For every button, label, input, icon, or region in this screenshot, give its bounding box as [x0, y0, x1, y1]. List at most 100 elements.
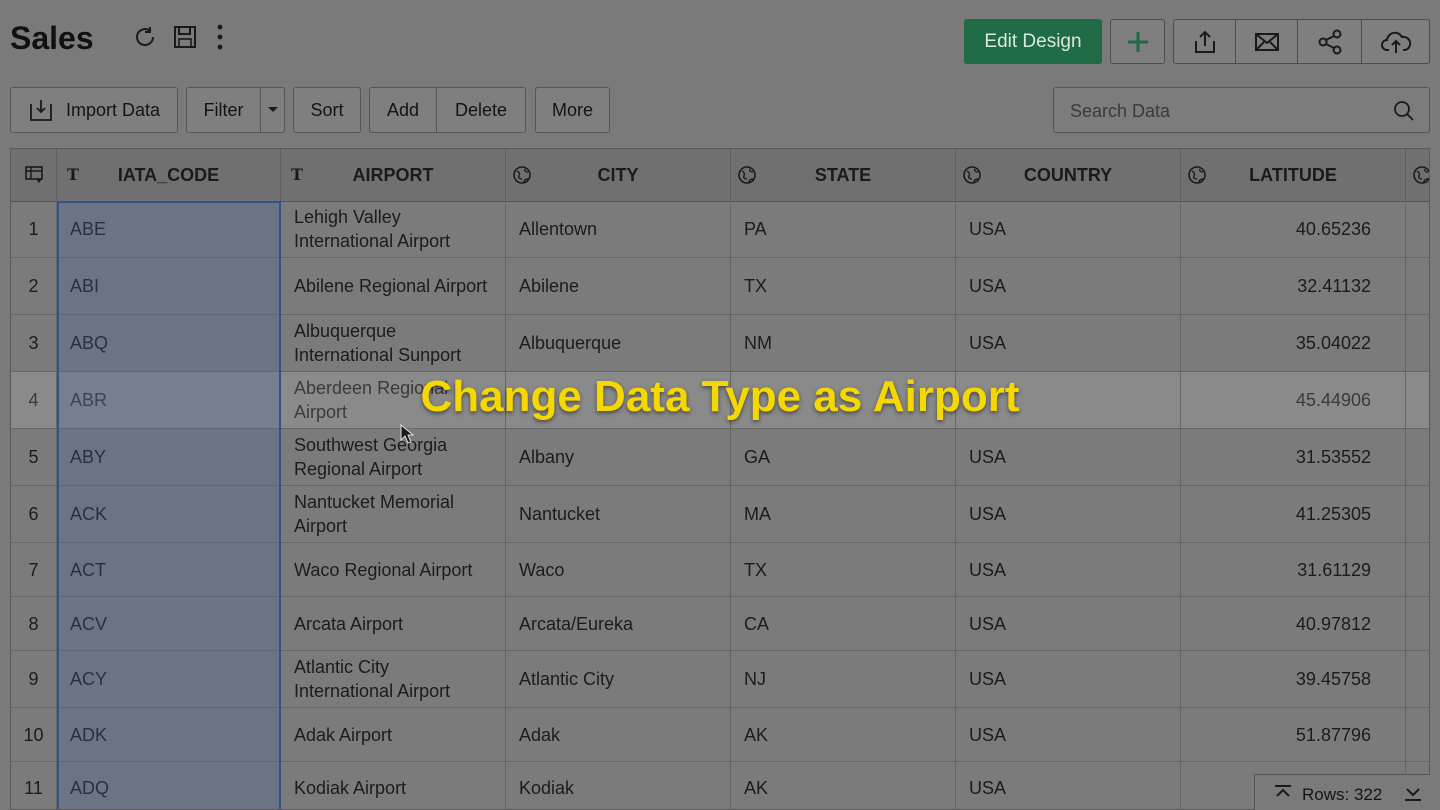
cell-next[interactable] — [1406, 597, 1429, 650]
cell-city[interactable]: Abilene — [506, 258, 731, 314]
cell-latitude[interactable]: 31.61129 — [1181, 543, 1406, 596]
cell-next[interactable] — [1406, 201, 1429, 257]
cell-city[interactable]: Waco — [506, 543, 731, 596]
cell-iata-code[interactable]: ADQ — [57, 762, 281, 809]
column-header-country[interactable]: COUNTRY — [956, 149, 1181, 201]
cell-country[interactable]: USA — [956, 708, 1181, 761]
cell-state[interactable]: AK — [731, 708, 956, 761]
filter-dropdown-button[interactable] — [260, 87, 285, 133]
cell-airport[interactable]: Adak Airport — [281, 708, 506, 761]
table-row[interactable]: 8 ACV Arcata Airport Arcata/Eureka CA USA 40.9… — [11, 597, 1429, 651]
cell-state[interactable]: NJ — [731, 651, 956, 707]
cell-latitude[interactable]: 40.65236 — [1181, 201, 1406, 257]
scroll-bottom-icon[interactable] — [1403, 784, 1423, 802]
column-header-airport[interactable]: T AIRPORT — [281, 149, 506, 201]
cell-latitude[interactable]: 35.04022 — [1181, 315, 1406, 371]
column-header-latitude[interactable]: LATITUDE — [1181, 149, 1406, 201]
cell-country[interactable]: USA — [956, 429, 1181, 485]
search-input[interactable] — [1068, 88, 1392, 134]
cell-iata-code[interactable]: ACK — [57, 486, 281, 542]
email-button[interactable] — [1235, 19, 1298, 64]
cell-state[interactable]: AK — [731, 762, 956, 809]
table-row[interactable]: 9 ACY Atlantic City International Airport A… — [11, 651, 1429, 708]
add-button[interactable] — [1110, 19, 1165, 64]
table-row[interactable]: 7 ACT Waco Regional Airport Waco TX USA 31.611… — [11, 543, 1429, 597]
cell-latitude[interactable]: 39.45758 — [1181, 651, 1406, 707]
cell-next[interactable] — [1406, 708, 1429, 761]
table-row[interactable]: 3 ABQ Albuquerque International Sunport Alb… — [11, 315, 1429, 372]
delete-button[interactable]: Delete — [436, 87, 526, 133]
cell-airport[interactable]: Lehigh Valley International Airport — [281, 201, 506, 257]
refresh-icon[interactable] — [130, 22, 160, 52]
table-row[interactable]: 1 ABE Lehigh Valley International Airport A… — [11, 201, 1429, 258]
filter-button[interactable]: Filter — [186, 87, 261, 133]
cell-next[interactable] — [1406, 486, 1429, 542]
export-button[interactable] — [1173, 19, 1236, 64]
cell-iata-code[interactable]: ABY — [57, 429, 281, 485]
cell-country[interactable]: USA — [956, 597, 1181, 650]
share-button[interactable] — [1297, 19, 1362, 64]
cell-latitude[interactable]: 41.25305 — [1181, 486, 1406, 542]
cell-latitude[interactable]: 40.97812 — [1181, 597, 1406, 650]
cell-next[interactable] — [1406, 543, 1429, 596]
cell-iata-code[interactable]: ACV — [57, 597, 281, 650]
scroll-top-icon[interactable] — [1273, 784, 1293, 802]
cell-iata-code[interactable]: ACY — [57, 651, 281, 707]
cell-airport[interactable]: Abilene Regional Airport — [281, 258, 506, 314]
cell-next[interactable] — [1406, 429, 1429, 485]
column-header-state[interactable]: STATE — [731, 149, 956, 201]
cell-latitude[interactable]: 32.41132 — [1181, 258, 1406, 314]
sort-button[interactable]: Sort — [293, 87, 361, 133]
row-options-header[interactable] — [11, 149, 57, 201]
cell-next[interactable] — [1406, 258, 1429, 314]
cell-next[interactable] — [1406, 315, 1429, 371]
cell-iata-code[interactable]: ACT — [57, 543, 281, 596]
table-row[interactable]: 6 ACK Nantucket Memorial Airport Nantucket M… — [11, 486, 1429, 543]
cell-airport[interactable]: Kodiak Airport — [281, 762, 506, 809]
cell-iata-code[interactable]: ABI — [57, 258, 281, 314]
cell-city[interactable]: Nantucket — [506, 486, 731, 542]
cell-city[interactable]: Albany — [506, 429, 731, 485]
cell-airport[interactable]: Nantucket Memorial Airport — [281, 486, 506, 542]
column-header-iata-code[interactable]: T IATA_CODE — [57, 149, 281, 201]
cell-state[interactable]: PA — [731, 201, 956, 257]
cell-city[interactable]: Atlantic City — [506, 651, 731, 707]
cell-state[interactable]: MA — [731, 486, 956, 542]
table-row[interactable]: 2 ABI Abilene Regional Airport Abilene TX USA… — [11, 258, 1429, 315]
table-row[interactable]: 10 ADK Adak Airport Adak AK USA 51.87796 — [11, 708, 1429, 762]
cell-state[interactable]: NM — [731, 315, 956, 371]
cell-airport[interactable]: Waco Regional Airport — [281, 543, 506, 596]
add-row-button[interactable]: Add — [369, 87, 437, 133]
more-vertical-icon[interactable] — [205, 22, 235, 52]
cell-airport[interactable]: Arcata Airport — [281, 597, 506, 650]
cell-airport[interactable]: Southwest Georgia Regional Airport — [281, 429, 506, 485]
cell-city[interactable]: Arcata/Eureka — [506, 597, 731, 650]
cloud-upload-button[interactable] — [1361, 19, 1430, 64]
cell-airport[interactable]: Atlantic City International Airport — [281, 651, 506, 707]
cell-country[interactable]: USA — [956, 201, 1181, 257]
cell-city[interactable]: Kodiak — [506, 762, 731, 809]
cell-state[interactable]: TX — [731, 543, 956, 596]
column-header-next[interactable] — [1406, 149, 1429, 201]
cell-country[interactable]: USA — [956, 315, 1181, 371]
cell-iata-code[interactable]: ADK — [57, 708, 281, 761]
import-data-button[interactable]: Import Data — [10, 87, 178, 133]
cell-state[interactable]: CA — [731, 597, 956, 650]
table-row[interactable]: 11 ADQ Kodiak Airport Kodiak AK USA — [11, 762, 1429, 809]
cell-state[interactable]: GA — [731, 429, 956, 485]
cell-country[interactable]: USA — [956, 486, 1181, 542]
edit-design-button[interactable]: Edit Design — [964, 19, 1102, 64]
cell-country[interactable]: USA — [956, 543, 1181, 596]
column-header-city[interactable]: CITY — [506, 149, 731, 201]
cell-country[interactable]: USA — [956, 762, 1181, 809]
cell-country[interactable]: USA — [956, 651, 1181, 707]
cell-iata-code[interactable]: ABE — [57, 201, 281, 257]
cell-country[interactable]: USA — [956, 258, 1181, 314]
cell-state[interactable]: TX — [731, 258, 956, 314]
table-row[interactable]: 5 ABY Southwest Georgia Regional Airport Al… — [11, 429, 1429, 486]
cell-airport[interactable]: Albuquerque International Sunport — [281, 315, 506, 371]
search-icon[interactable] — [1393, 100, 1415, 122]
cell-city[interactable]: Albuquerque — [506, 315, 731, 371]
cell-latitude[interactable]: 51.87796 — [1181, 708, 1406, 761]
cell-city[interactable]: Adak — [506, 708, 731, 761]
